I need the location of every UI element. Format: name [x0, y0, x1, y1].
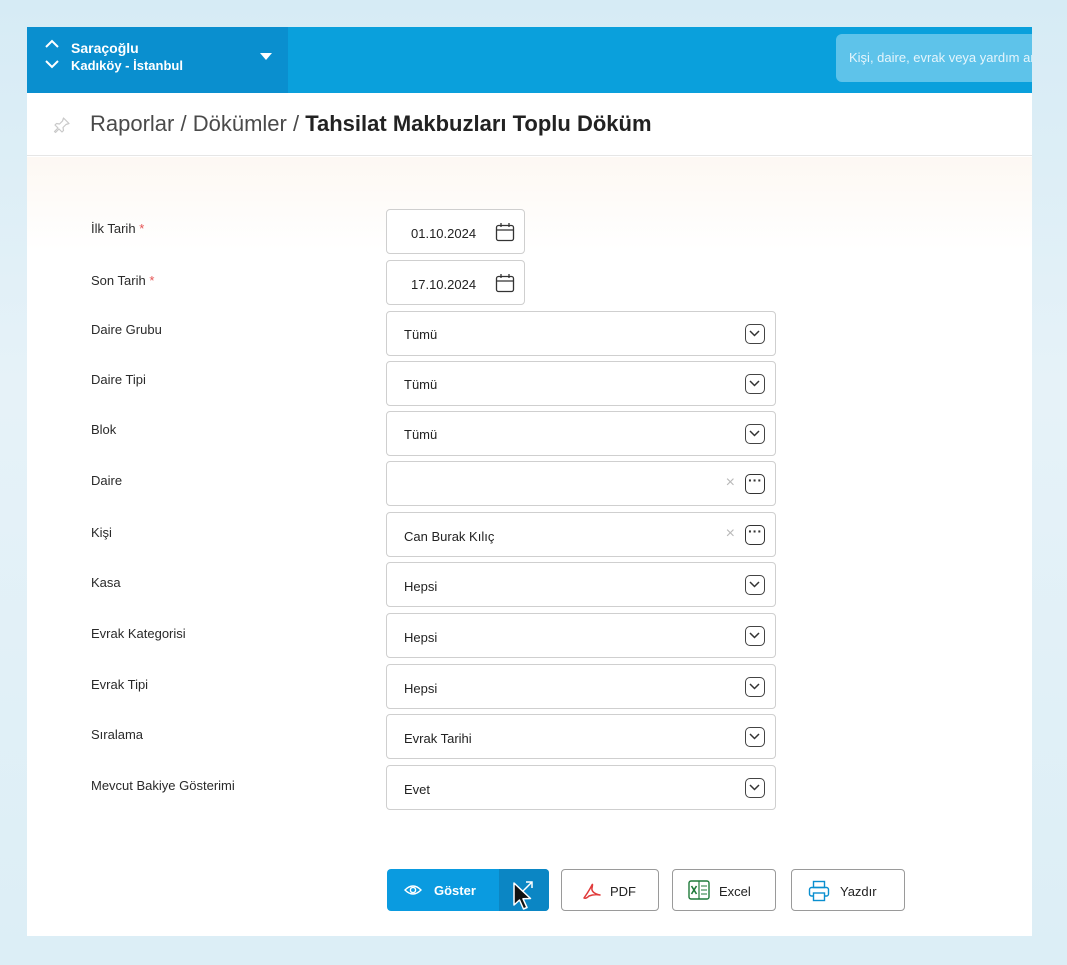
evrak-kategorisi-label: Evrak Kategorisi — [91, 626, 186, 641]
evrak-tipi-select[interactable]: Hepsi — [386, 664, 776, 709]
more-options-icon[interactable]: ··· — [745, 473, 765, 494]
blok-select[interactable]: Tümü — [386, 411, 776, 456]
print-button[interactable]: Yazdır — [791, 869, 905, 911]
pdf-button-label: PDF — [610, 884, 636, 899]
breadcrumb-separator: / — [174, 111, 193, 136]
kisi-lookup[interactable]: Can Burak Kılıç × ··· — [386, 512, 776, 557]
calendar-icon[interactable] — [495, 222, 515, 242]
blok-value: Tümü — [404, 427, 438, 442]
mevcut-bakiye-label: Mevcut Bakiye Gösterimi — [91, 778, 235, 793]
site-cycle-arrows[interactable] — [45, 39, 59, 79]
page-title-bar: Raporlar / Dökümler / Tahsilat Makbuzlar… — [27, 93, 1032, 156]
chevron-down-icon[interactable] — [745, 626, 765, 646]
pdf-icon — [583, 883, 601, 899]
ilk-tarih-value: 01.10.2024 — [411, 226, 477, 241]
open-new-window-button[interactable] — [499, 869, 549, 911]
breadcrumb-dokumler[interactable]: Dökümler — [193, 111, 287, 136]
kasa-select[interactable]: Hepsi — [386, 562, 776, 607]
kasa-value: Hepsi — [404, 579, 438, 594]
pin-icon[interactable] — [53, 116, 71, 134]
son-tarih-label: Son Tarih * — [91, 273, 155, 288]
daire-tipi-label: Daire Tipi — [91, 372, 146, 387]
excel-button[interactable]: Excel — [672, 869, 776, 911]
son-tarih-input[interactable]: 17.10.2024 — [386, 260, 525, 305]
mevcut-bakiye-select[interactable]: Evet — [386, 765, 776, 810]
evrak-kategorisi-value: Hepsi — [404, 630, 438, 645]
breadcrumb-separator: / — [286, 111, 306, 136]
show-button[interactable]: Göster — [387, 869, 549, 911]
show-button-label: Göster — [434, 883, 476, 898]
ilk-tarih-label: İlk Tarih * — [91, 221, 145, 236]
son-tarih-value: 17.10.2024 — [411, 277, 477, 292]
chevron-down-icon[interactable] — [745, 778, 765, 798]
chevron-down-icon[interactable] — [745, 374, 765, 394]
daire-grubu-value: Tümü — [404, 327, 438, 342]
excel-button-label: Excel — [719, 884, 751, 899]
kisi-value: Can Burak Kılıç — [404, 529, 495, 544]
evrak-tipi-label: Evrak Tipi — [91, 677, 149, 692]
top-bar: Saraçoğlu Kadıköy - İstanbul Kişi, daire… — [27, 27, 1032, 93]
chevron-down-icon[interactable] — [745, 677, 765, 697]
required-mark: * — [139, 221, 145, 236]
breadcrumb: Raporlar / Dökümler / Tahsilat Makbuzlar… — [90, 111, 652, 137]
ilk-tarih-input[interactable]: 01.10.2024 — [386, 209, 525, 254]
print-button-label: Yazdır — [840, 884, 877, 899]
printer-icon — [808, 880, 830, 902]
required-mark: * — [149, 273, 155, 288]
cursor-pointer-icon — [513, 882, 532, 910]
mevcut-bakiye-value: Evet — [404, 782, 431, 797]
kasa-label: Kasa — [91, 575, 121, 590]
blok-label: Blok — [91, 422, 117, 437]
daire-grubu-select[interactable]: Tümü — [386, 311, 776, 356]
siralama-label: Sıralama — [91, 727, 144, 742]
kisi-label: Kişi — [91, 525, 112, 540]
daire-tipi-select[interactable]: Tümü — [386, 361, 776, 406]
app-window: Saraçoğlu Kadıköy - İstanbul Kişi, daire… — [27, 27, 1032, 936]
site-location: Kadıköy - İstanbul — [71, 58, 183, 73]
site-name: Saraçoğlu — [71, 40, 139, 56]
chevron-down-icon[interactable] — [45, 59, 59, 69]
siralama-select[interactable]: Evrak Tarihi — [386, 714, 776, 759]
page-title: Tahsilat Makbuzları Toplu Döküm — [305, 111, 652, 136]
daire-label: Daire — [91, 473, 123, 488]
clear-icon[interactable]: × — [726, 526, 735, 542]
site-switcher[interactable]: Saraçoğlu Kadıköy - İstanbul — [27, 27, 288, 93]
daire-lookup[interactable]: × ··· — [386, 461, 776, 506]
report-form: İlk Tarih * 01.10.2024 Son Tarih * 17.10… — [27, 157, 1032, 936]
daire-grubu-label: Daire Grubu — [91, 322, 162, 337]
chevron-up-icon[interactable] — [45, 39, 59, 49]
pdf-button[interactable]: PDF — [561, 869, 659, 911]
more-options-icon[interactable]: ··· — [745, 524, 765, 545]
chevron-down-icon[interactable] — [745, 727, 765, 747]
chevron-down-icon[interactable] — [745, 324, 765, 344]
daire-tipi-value: Tümü — [404, 377, 438, 392]
breadcrumb-raporlar[interactable]: Raporlar — [90, 111, 174, 136]
evrak-tipi-value: Hepsi — [404, 681, 438, 696]
clear-icon[interactable]: × — [726, 475, 735, 491]
siralama-value: Evrak Tarihi — [404, 731, 472, 746]
chevron-down-icon[interactable] — [745, 424, 765, 444]
calendar-icon[interactable] — [495, 273, 515, 293]
excel-icon — [688, 880, 710, 900]
search-input[interactable]: Kişi, daire, evrak veya yardım ara — [836, 34, 1032, 82]
chevron-down-icon[interactable] — [745, 575, 765, 595]
evrak-kategorisi-select[interactable]: Hepsi — [386, 613, 776, 658]
eye-icon — [404, 885, 422, 895]
caret-down-icon[interactable] — [260, 53, 272, 61]
